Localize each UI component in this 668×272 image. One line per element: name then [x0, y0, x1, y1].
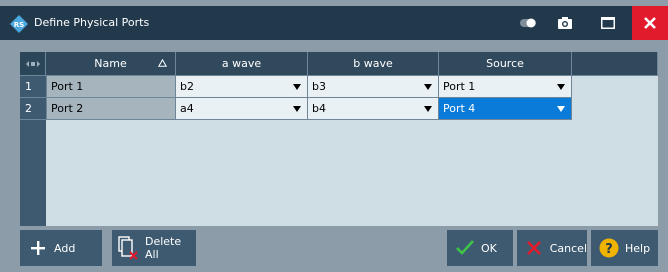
dropdown-arrow-icon	[424, 106, 432, 112]
title-bar: RS Define Physical Ports	[0, 6, 668, 40]
maximize-button[interactable]	[596, 12, 620, 34]
svg-text:RS: RS	[14, 21, 24, 29]
a-wave-combo[interactable]: a4	[176, 98, 308, 120]
port-name-cell[interactable]: Port 2	[46, 98, 176, 120]
ok-button[interactable]: OK	[447, 230, 513, 266]
dropdown-arrow-icon	[293, 84, 301, 90]
column-header-filler	[572, 52, 658, 76]
table-corner[interactable]	[20, 52, 46, 76]
column-header-label: a wave	[221, 57, 262, 70]
column-header-label: Source	[486, 57, 524, 70]
a-wave-combo[interactable]: b2	[176, 76, 308, 98]
help-button[interactable]: ? Help	[591, 230, 658, 266]
toggle-button[interactable]	[516, 12, 540, 34]
ports-table: Name a wave b wave Source 1 Port 1 b2 b3…	[20, 52, 658, 226]
help-icon: ?	[597, 236, 621, 260]
combo-value: Port 1	[443, 80, 476, 93]
row-number[interactable]: 1	[20, 76, 46, 98]
b-wave-combo[interactable]: b3	[308, 76, 439, 98]
combo-value: b3	[312, 80, 326, 93]
maximize-icon	[601, 17, 615, 29]
combo-value: Port 4	[443, 102, 476, 115]
column-header-b-wave[interactable]: b wave	[308, 52, 439, 76]
row-number[interactable]: 2	[20, 98, 46, 120]
source-combo[interactable]: Port 1	[439, 76, 572, 98]
delete-all-icon	[118, 236, 141, 260]
add-button-label: Add	[54, 241, 76, 255]
camera-icon	[558, 17, 572, 29]
window-title: Define Physical Ports	[34, 16, 150, 29]
dropdown-arrow-icon	[557, 84, 565, 90]
dropdown-arrow-icon	[293, 106, 301, 112]
column-header-a-wave[interactable]: a wave	[176, 52, 308, 76]
ok-button-label: OK	[481, 241, 497, 255]
x-icon	[523, 236, 546, 260]
check-icon	[453, 236, 477, 260]
column-resize-icon	[25, 60, 40, 67]
plus-icon	[26, 236, 50, 260]
rs-logo-icon: RS	[10, 15, 28, 33]
column-header-label: Name	[94, 57, 127, 70]
toggle-icon	[520, 18, 536, 28]
svg-text:?: ?	[605, 242, 613, 257]
source-combo-selected[interactable]: Port 4	[439, 98, 572, 120]
delete-all-button[interactable]: Delete All	[112, 230, 196, 266]
sort-asc-icon	[158, 59, 167, 67]
dropdown-arrow-icon	[557, 106, 565, 112]
column-header-name[interactable]: Name	[46, 52, 176, 76]
dropdown-arrow-icon	[424, 84, 432, 90]
cancel-button[interactable]: Cancel	[517, 230, 587, 266]
close-button[interactable]	[632, 6, 668, 40]
screenshot-button[interactable]	[553, 12, 577, 34]
combo-value: b4	[312, 102, 326, 115]
cancel-button-label: Cancel	[549, 241, 587, 255]
column-header-label: b wave	[353, 57, 393, 70]
column-header-source[interactable]: Source	[439, 52, 572, 76]
close-icon	[644, 17, 656, 29]
add-button[interactable]: Add	[20, 230, 102, 266]
b-wave-combo[interactable]: b4	[308, 98, 439, 120]
combo-value: b2	[180, 80, 194, 93]
delete-all-button-label: Delete All	[144, 235, 182, 261]
combo-value: a4	[180, 102, 194, 115]
define-physical-ports-dialog: RS Define Physical Ports Name a wave b w…	[0, 0, 668, 272]
port-name-cell[interactable]: Port 1	[46, 76, 176, 98]
help-button-label: Help	[625, 241, 651, 255]
